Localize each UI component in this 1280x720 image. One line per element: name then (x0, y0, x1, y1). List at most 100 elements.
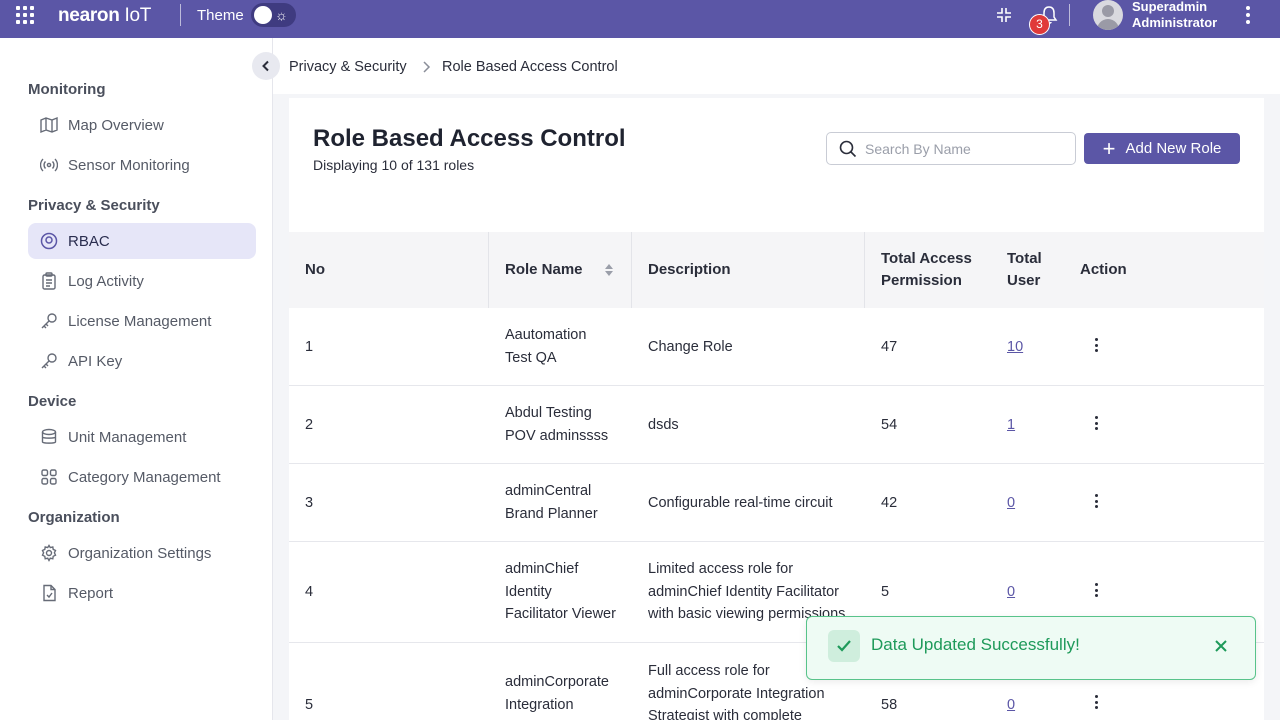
breadcrumb-parent[interactable]: Privacy & Security (289, 59, 407, 75)
collapse-sidebar-button[interactable] (252, 52, 280, 80)
column-header-description: Description (648, 261, 731, 278)
cell-no: 3 (305, 495, 314, 511)
app-logo[interactable]: nearon IoT (58, 5, 151, 27)
toast-message: Data Updated Successfully! (871, 635, 1080, 654)
cell-no: 5 (305, 697, 314, 713)
column-divider (864, 232, 865, 308)
cell-total-user-link[interactable]: 0 (1007, 492, 1015, 515)
column-divider (488, 232, 489, 308)
section-title-device: Device (28, 393, 77, 410)
key-icon (40, 352, 58, 370)
cell-line: Identity (505, 583, 552, 600)
user-name[interactable]: Superadmin (1132, 0, 1207, 14)
cell-no: 4 (305, 584, 314, 600)
avatar[interactable] (1093, 0, 1123, 30)
cell-line: Abdul Testing (505, 405, 592, 421)
cell-role-name: adminChief Identity Facilitator Viewer (505, 558, 616, 626)
cell-line: Full access role for (648, 663, 770, 679)
sidebar-item-label: Map Overview (68, 116, 164, 134)
table-row: 1 Aautomation Test QA Change Role 47 10 (289, 308, 1264, 386)
cell-line: adminCorporate Integration (648, 685, 825, 702)
row-actions-icon[interactable] (1093, 695, 1099, 709)
cell-line: adminCorporate (505, 674, 609, 690)
search-icon (839, 140, 857, 157)
cell-role-name: adminCentral Brand Planner (505, 480, 598, 525)
sidebar-item-api-key[interactable]: API Key (28, 343, 256, 379)
search-input[interactable] (865, 140, 1055, 157)
sidebar-item-license-management[interactable]: License Management (28, 303, 256, 339)
breadcrumb-current: Role Based Access Control (442, 59, 618, 75)
theme-toggle[interactable]: ☼ (251, 3, 296, 27)
more-options-icon[interactable] (1242, 6, 1254, 24)
user-role[interactable]: Administrator (1132, 15, 1217, 30)
header-line: Permission (881, 272, 962, 289)
theme-label: Theme (197, 7, 244, 24)
column-header-role-name[interactable]: Role Name (505, 232, 583, 308)
logo-suffix: IoT (119, 5, 152, 26)
sidebar-item-label: Category Management (68, 468, 221, 486)
sidebar-item-map-overview[interactable]: Map Overview (28, 107, 256, 143)
sidebar-item-category-management[interactable]: Category Management (28, 459, 256, 495)
sidebar-item-sensor-monitoring[interactable]: Sensor Monitoring (28, 147, 256, 183)
sidebar-item-label: License Management (68, 312, 212, 330)
document-icon (40, 584, 58, 602)
cell-role-name: Aautomation Test QA (505, 324, 586, 369)
cell-line: POV adminssss (505, 427, 609, 444)
close-icon[interactable] (1213, 638, 1229, 654)
grid-icon (40, 468, 58, 486)
cell-total-user-link[interactable]: 0 (1007, 694, 1015, 717)
key-icon (40, 312, 58, 330)
sidebar-item-organization-settings[interactable]: Organization Settings (28, 535, 256, 571)
cell-description: dsds (648, 417, 679, 433)
section-title-privacy-security: Privacy & Security (28, 197, 160, 214)
add-new-role-label: Add New Role (1125, 140, 1222, 157)
column-header-no: No (305, 261, 325, 278)
row-actions-icon[interactable] (1093, 583, 1099, 597)
sidebar-item-label: Sensor Monitoring (68, 156, 190, 174)
divider (180, 4, 181, 26)
sidebar-item-unit-management[interactable]: Unit Management (28, 419, 256, 455)
success-toast: Data Updated Successfully! (806, 616, 1256, 680)
cell-line: Facilitator Viewer (505, 606, 616, 622)
sidebar-item-rbac[interactable]: RBAC (28, 223, 256, 259)
fullscreen-exit-icon[interactable] (996, 7, 1012, 23)
table-row: 2 Abdul Testing POV adminssss dsds 54 1 (289, 386, 1264, 464)
column-header-total-user: Total User (1007, 232, 1042, 308)
sun-icon: ☼ (275, 7, 288, 23)
cell-total-user-link[interactable]: 10 (1007, 336, 1023, 359)
cell-line: Integration (505, 696, 574, 713)
add-new-role-button[interactable]: + Add New Role (1084, 133, 1240, 164)
gear-icon (40, 544, 58, 562)
row-actions-icon[interactable] (1093, 416, 1099, 430)
divider (1069, 4, 1070, 26)
cell-total-permission: 58 (881, 697, 898, 713)
cell-total-permission: 54 (881, 417, 898, 433)
header-line: Total (1007, 250, 1042, 267)
cell-line: adminCentral (505, 483, 592, 499)
cell-line: Test QA (505, 349, 557, 366)
column-divider (631, 232, 632, 308)
sidebar-item-report[interactable]: Report (28, 575, 256, 611)
database-icon (40, 428, 58, 446)
notification-badge[interactable]: 3 (1029, 14, 1050, 35)
cell-line: Strategist with complete (648, 708, 802, 720)
user-circle-icon (40, 232, 58, 250)
cell-total-permission: 5 (881, 584, 890, 600)
row-actions-icon[interactable] (1093, 338, 1099, 352)
cell-total-user-link[interactable]: 1 (1007, 414, 1015, 437)
cell-total-user-link[interactable]: 0 (1007, 581, 1015, 604)
sidebar-item-log-activity[interactable]: Log Activity (28, 263, 256, 299)
apps-grid-icon[interactable] (16, 6, 34, 24)
broadcast-icon (40, 156, 58, 174)
check-icon (828, 630, 860, 662)
cell-no: 1 (305, 339, 314, 355)
column-header-action: Action (1080, 261, 1127, 278)
section-title-organization: Organization (28, 509, 120, 526)
plus-icon: + (1102, 135, 1116, 161)
cell-line: Brand Planner (505, 505, 598, 522)
search-box[interactable] (826, 132, 1076, 165)
table-row: 3 adminCentral Brand Planner Configurabl… (289, 464, 1264, 542)
row-actions-icon[interactable] (1093, 494, 1099, 508)
table-header: No Role Name Description Total Access Pe… (289, 232, 1264, 308)
sort-icon[interactable] (604, 262, 614, 278)
